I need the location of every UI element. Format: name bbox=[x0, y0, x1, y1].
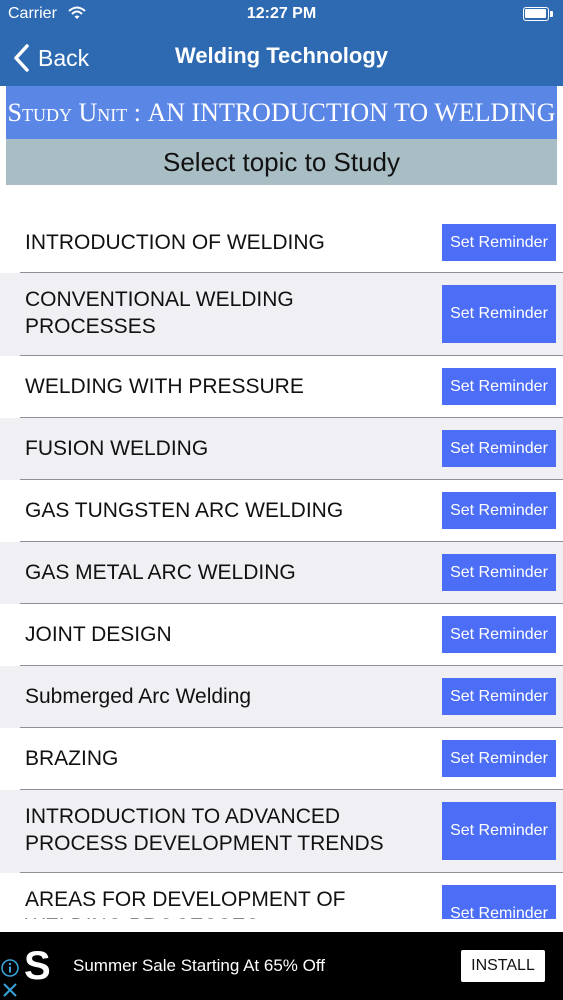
study-unit-prefix: Study Unit bbox=[7, 97, 128, 127]
study-unit-name: AN INTRODUCTION TO WELDING bbox=[147, 97, 556, 127]
topic-title: GAS METAL ARC WELDING bbox=[25, 561, 296, 584]
set-reminder-button[interactable]: Set Reminder bbox=[442, 802, 556, 860]
topic-row[interactable]: INTRODUCTION OF WELDING Set Reminder bbox=[0, 211, 563, 273]
set-reminder-button[interactable]: Set Reminder bbox=[442, 616, 556, 653]
install-button[interactable]: INSTALL bbox=[461, 950, 545, 982]
topic-row[interactable]: CONVENTIONAL WELDING PROCESSES Set Remin… bbox=[0, 273, 563, 356]
topic-title: JOINT DESIGN bbox=[25, 623, 172, 646]
study-unit-separator: : bbox=[127, 97, 148, 127]
topic-row[interactable]: FUSION WELDING Set Reminder bbox=[0, 418, 563, 480]
nav-bar: Back Welding Technology bbox=[0, 30, 563, 86]
topic-title: GAS TUNGSTEN ARC WELDING bbox=[25, 499, 344, 522]
topic-title: CONVENTIONAL WELDING PROCESSES bbox=[25, 288, 294, 338]
status-bar: Carrier 12:27 PM bbox=[0, 0, 563, 30]
topic-title: Submerged Arc Welding bbox=[25, 685, 252, 708]
set-reminder-button[interactable]: Set Reminder bbox=[442, 554, 556, 591]
topic-row[interactable]: INTRODUCTION TO ADVANCED PROCESS DEVELOP… bbox=[0, 790, 563, 873]
topic-row[interactable]: AREAS FOR DEVELOPMENT OF WELDING PROCESS… bbox=[0, 873, 563, 919]
ad-banner[interactable]: S Summer Sale Starting At 65% Off INSTAL… bbox=[0, 932, 563, 1000]
set-reminder-button[interactable]: Set Reminder bbox=[442, 368, 556, 405]
ad-logo-icon: S bbox=[24, 944, 51, 988]
topic-row[interactable]: BRAZING Set Reminder bbox=[0, 728, 563, 790]
topic-title: INTRODUCTION TO ADVANCED PROCESS DEVELOP… bbox=[25, 805, 384, 855]
topic-title: FUSION WELDING bbox=[25, 437, 209, 460]
page-title: Welding Technology bbox=[174, 43, 389, 68]
set-reminder-button[interactable]: Set Reminder bbox=[442, 885, 556, 919]
topic-row[interactable]: GAS TUNGSTEN ARC WELDING Set Reminder bbox=[0, 480, 563, 542]
ad-text: Summer Sale Starting At 65% Off bbox=[73, 956, 325, 975]
select-topic-prompt: Select topic to Study bbox=[6, 139, 557, 185]
topic-title: WELDING WITH PRESSURE bbox=[25, 375, 304, 398]
topic-row[interactable]: JOINT DESIGN Set Reminder bbox=[0, 604, 563, 666]
topic-title: AREAS FOR DEVELOPMENT OF WELDING PROCESS… bbox=[25, 888, 346, 919]
battery-icon bbox=[523, 7, 553, 21]
ad-close-icon[interactable] bbox=[0, 980, 20, 1000]
topic-row[interactable]: Submerged Arc Welding Set Reminder bbox=[0, 666, 563, 728]
set-reminder-button[interactable]: Set Reminder bbox=[442, 740, 556, 777]
topic-title: BRAZING bbox=[25, 747, 119, 770]
topic-row[interactable]: WELDING WITH PRESSURE Set Reminder bbox=[0, 356, 563, 418]
ad-info-icon[interactable] bbox=[0, 958, 20, 978]
set-reminder-button[interactable]: Set Reminder bbox=[442, 678, 556, 715]
set-reminder-button[interactable]: Set Reminder bbox=[442, 224, 556, 261]
set-reminder-button[interactable]: Set Reminder bbox=[442, 285, 556, 343]
study-unit-banner: Study Unit : AN INTRODUCTION TO WELDING bbox=[6, 86, 557, 139]
topic-title: INTRODUCTION OF WELDING bbox=[25, 231, 325, 254]
status-time: 12:27 PM bbox=[246, 5, 317, 22]
set-reminder-button[interactable]: Set Reminder bbox=[442, 492, 556, 529]
set-reminder-button[interactable]: Set Reminder bbox=[442, 430, 556, 467]
header: Carrier 12:27 PM Back Welding Technology bbox=[0, 0, 563, 86]
topic-list[interactable]: INTRODUCTION OF WELDING Set Reminder CON… bbox=[0, 211, 563, 919]
topic-row[interactable]: GAS METAL ARC WELDING Set Reminder bbox=[0, 542, 563, 604]
